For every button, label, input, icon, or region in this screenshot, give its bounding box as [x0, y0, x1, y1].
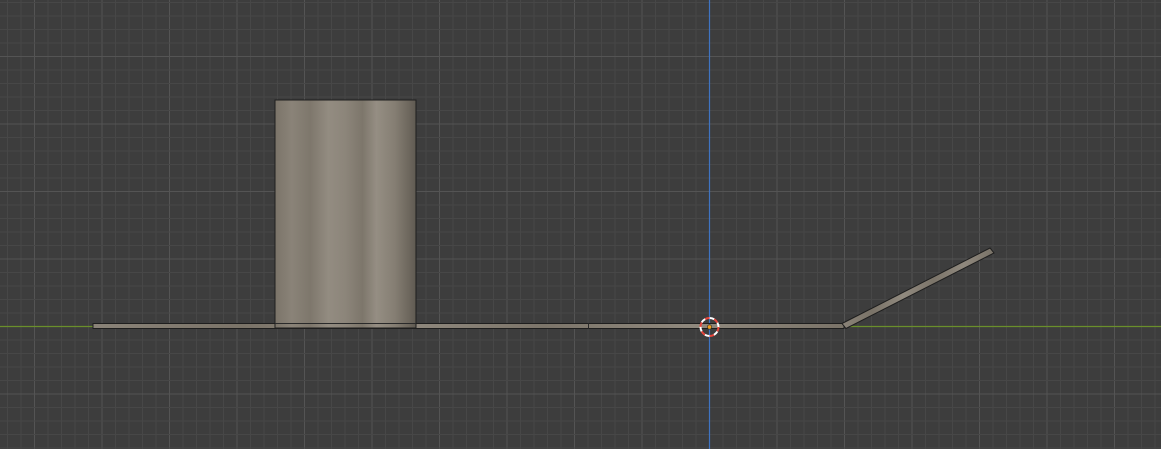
3d-viewport[interactable]	[0, 0, 1161, 449]
box[interactable]	[274, 99, 417, 329]
viewport-grid	[0, 0, 1161, 449]
ramp[interactable]	[841, 247, 995, 330]
ground-plane[interactable]	[92, 323, 845, 329]
viewport-canvas[interactable]	[0, 0, 1161, 449]
object-origin-dot	[706, 324, 712, 330]
